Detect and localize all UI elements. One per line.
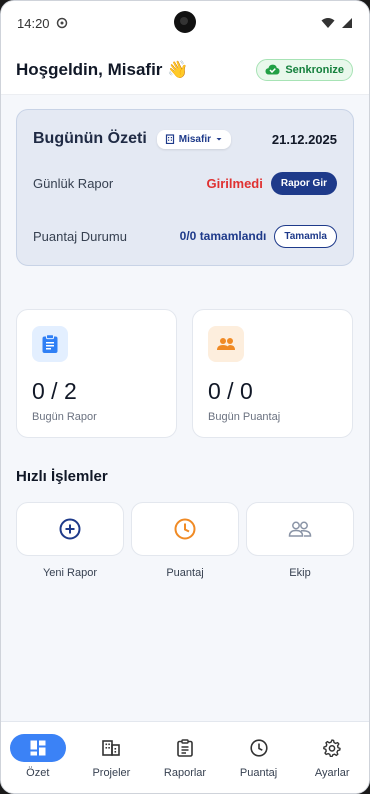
timesheet-caption: Bugün Puantaj — [208, 411, 281, 423]
nav-label: Projeler — [92, 767, 131, 779]
greeting-title: Hoşgeldin, Misafir 👋 — [16, 59, 189, 79]
quick-action-label: Yeni Rapor — [42, 567, 98, 579]
complete-timesheet-button[interactable]: Tamamla — [274, 224, 337, 248]
building-icon — [102, 740, 121, 756]
nav-item-reports[interactable]: Raporlar — [155, 734, 215, 793]
summary-date: 21.12.2025 — [271, 131, 337, 147]
today-summary-card: Bugünün Özeti Misafir 21.12.2025 Günlük … — [16, 109, 354, 266]
gear-icon — [323, 739, 341, 757]
quick-action-label: Puantaj — [166, 567, 204, 579]
cloud-check-icon — [265, 64, 280, 75]
timesheet-count: 0 / 0 — [208, 378, 253, 404]
wifi-icon — [321, 18, 335, 28]
stat-card-timesheet[interactable]: 0 / 0 Bugün Puantaj — [192, 309, 353, 438]
clock-icon — [174, 518, 196, 540]
nav-item-timesheet[interactable]: Puantaj — [229, 734, 289, 793]
filter-label: Misafir — [178, 133, 211, 145]
sync-status-badge[interactable]: Senkronize — [256, 58, 353, 81]
quick-action-new-report[interactable]: Yeni Rapor — [16, 502, 124, 579]
plus-circle-icon — [59, 518, 81, 540]
status-time: 14:20 — [17, 15, 50, 31]
team-icon — [288, 521, 312, 537]
quick-actions-title: Hızlı İşlemler — [16, 468, 108, 485]
notification-icon — [56, 17, 67, 29]
timesheet-label: Puantaj Durumu — [33, 228, 127, 244]
nav-item-projects[interactable]: Projeler — [81, 734, 141, 793]
clock-icon — [249, 739, 268, 757]
clipboard-icon — [32, 326, 68, 362]
quick-action-timesheet[interactable]: Puantaj — [131, 502, 239, 579]
quick-action-label: Ekip — [289, 567, 311, 579]
app-header: Hoşgeldin, Misafir 👋 Senkronize — [1, 45, 369, 95]
chevron-down-icon — [216, 138, 222, 141]
reports-caption: Bugün Rapor — [32, 411, 97, 423]
nav-label: Ayarlar — [314, 767, 350, 779]
daily-report-status: Girilmedi — [206, 175, 263, 191]
nav-label: Puantaj — [239, 767, 278, 779]
nav-item-settings[interactable]: Ayarlar — [302, 734, 362, 793]
summary-title: Bugünün Özeti — [33, 130, 147, 147]
user-filter-dropdown[interactable]: Misafir — [156, 129, 231, 149]
daily-report-label: Günlük Rapor — [33, 175, 114, 191]
quick-action-tile[interactable] — [131, 502, 239, 556]
quick-action-tile[interactable] — [16, 502, 124, 556]
stat-card-reports[interactable]: 0 / 2 Bugün Rapor — [16, 309, 177, 438]
reports-count: 0 / 2 — [32, 378, 77, 404]
quick-action-team[interactable]: Ekip — [246, 502, 354, 579]
nav-label: Özet — [26, 767, 50, 779]
dashboard-icon — [30, 740, 46, 756]
nav-label: Raporlar — [163, 767, 207, 779]
quick-action-tile[interactable] — [246, 502, 354, 556]
status-bar: 14:20 — [1, 1, 369, 45]
signal-icon — [342, 18, 352, 28]
people-icon — [208, 326, 244, 362]
building-icon — [165, 134, 174, 144]
clipboard-icon — [177, 739, 193, 757]
sync-label: Senkronize — [285, 63, 344, 76]
timesheet-row: Puantaj Durumu 0/0 tamamlandı Tamamla — [33, 221, 337, 251]
timesheet-status: 0/0 tamamlandı — [179, 229, 267, 243]
enter-report-button[interactable]: Rapor Gir — [270, 171, 337, 195]
app-screen: 14:20 Hoşgeldin, Misafir 👋 Senkronize Bu… — [0, 0, 370, 794]
nav-item-summary[interactable]: Özet — [8, 734, 68, 793]
camera-cutout — [174, 11, 196, 33]
bottom-navigation: Özet Projeler Raporlar Puantaj Ayarlar — [1, 721, 369, 793]
daily-report-row: Günlük Rapor Girilmedi Rapor Gir — [33, 168, 337, 198]
